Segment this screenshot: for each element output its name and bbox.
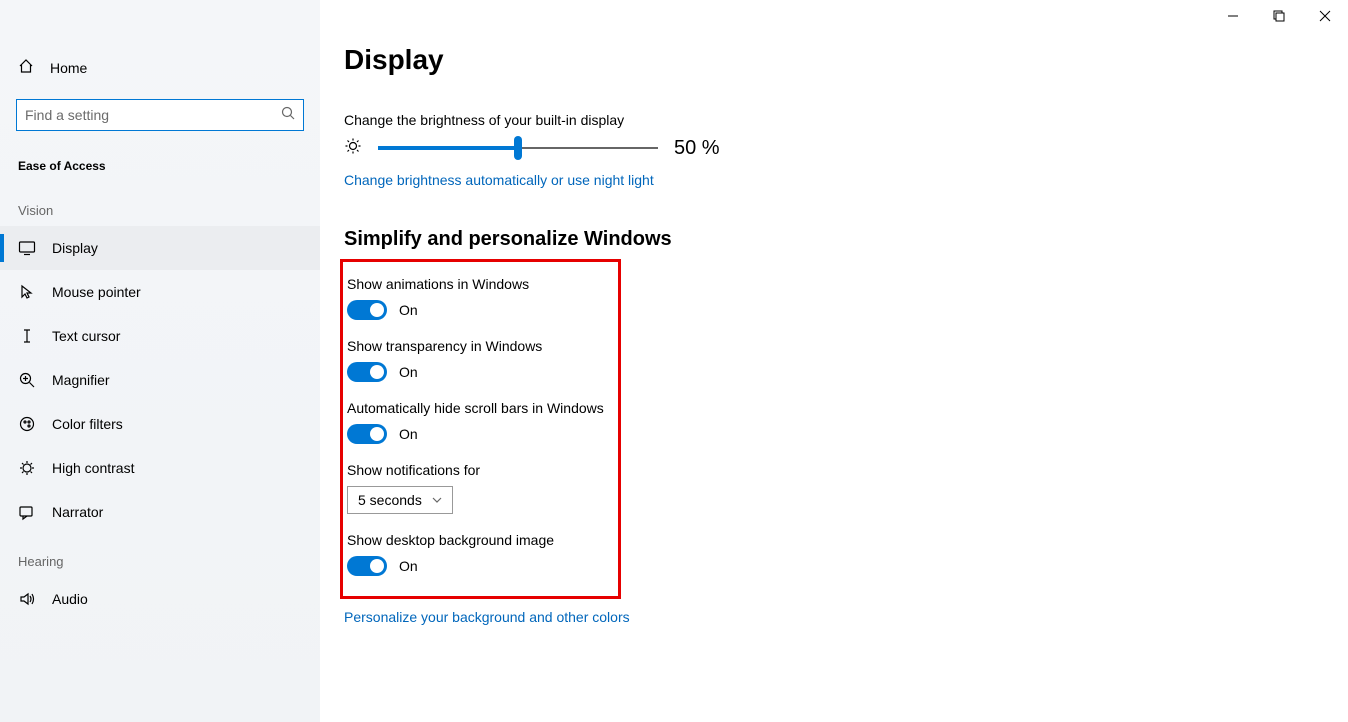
sidebar-item-color-filters[interactable]: Color filters (0, 402, 320, 446)
notifications-dropdown[interactable]: 5 seconds (347, 486, 453, 514)
transparency-toggle[interactable] (347, 362, 387, 382)
sidebar-item-magnifier[interactable]: Magnifier (0, 358, 320, 402)
high-contrast-icon (18, 459, 36, 477)
sidebar-item-label: Audio (52, 591, 88, 607)
toggle-state: On (399, 364, 418, 380)
search-input[interactable] (25, 100, 281, 130)
setting-label: Automatically hide scroll bars in Window… (347, 400, 604, 416)
audio-icon (18, 590, 36, 608)
personalize-link[interactable]: Personalize your background and other co… (344, 609, 1324, 625)
desktop-bg-toggle[interactable] (347, 556, 387, 576)
display-icon (18, 239, 36, 257)
category-vision: Vision (0, 183, 320, 226)
maximize-button[interactable] (1256, 0, 1302, 32)
setting-scrollbars: Automatically hide scroll bars in Window… (343, 400, 604, 444)
sidebar: Home Ease of Access Vision Display Mouse… (0, 0, 320, 722)
sidebar-item-audio[interactable]: Audio (0, 577, 320, 621)
sidebar-item-label: High contrast (52, 460, 134, 476)
setting-label: Show animations in Windows (347, 276, 604, 292)
toggle-state: On (399, 302, 418, 318)
animations-toggle[interactable] (347, 300, 387, 320)
setting-label: Show notifications for (347, 462, 604, 478)
search-box[interactable] (16, 99, 304, 131)
chevron-down-icon (432, 495, 442, 505)
page-title: Display (344, 44, 1324, 76)
minimize-button[interactable] (1210, 0, 1256, 32)
setting-desktop-bg: Show desktop background image On (343, 532, 604, 576)
brightness-slider[interactable] (378, 136, 658, 160)
brightness-row: 50 % (344, 136, 1324, 160)
search-icon (281, 106, 295, 125)
toggle-state: On (399, 426, 418, 442)
setting-label: Show desktop background image (347, 532, 604, 548)
sidebar-item-label: Display (52, 240, 98, 256)
magnifier-icon (18, 371, 36, 389)
highlight-box: Show animations in Windows On Show trans… (340, 259, 621, 599)
pointer-icon (18, 283, 36, 301)
brightness-value: 50 % (674, 137, 720, 160)
simplify-heading: Simplify and personalize Windows (344, 228, 1324, 251)
sidebar-item-text-cursor[interactable]: Text cursor (0, 314, 320, 358)
sidebar-item-label: Magnifier (52, 372, 110, 388)
brightness-description: Change the brightness of your built-in d… (344, 112, 1324, 128)
slider-thumb[interactable] (514, 136, 522, 160)
sidebar-item-label: Narrator (52, 504, 103, 520)
scrollbars-toggle[interactable] (347, 424, 387, 444)
sun-icon (344, 137, 362, 160)
close-button[interactable] (1302, 0, 1348, 32)
home-button[interactable]: Home (0, 48, 320, 87)
sidebar-item-high-contrast[interactable]: High contrast (0, 446, 320, 490)
home-label: Home (50, 60, 87, 76)
text-cursor-icon (18, 327, 36, 345)
color-filters-icon (18, 415, 36, 433)
sidebar-item-label: Text cursor (52, 328, 120, 344)
dropdown-value: 5 seconds (358, 492, 422, 508)
home-icon (18, 58, 34, 77)
setting-label: Show transparency in Windows (347, 338, 604, 354)
group-label: Ease of Access (0, 149, 320, 183)
sidebar-item-label: Color filters (52, 416, 123, 432)
category-hearing: Hearing (0, 534, 320, 577)
main-content: Display Change the brightness of your bu… (344, 44, 1324, 722)
sidebar-item-narrator[interactable]: Narrator (0, 490, 320, 534)
sidebar-item-label: Mouse pointer (52, 284, 141, 300)
setting-notifications: Show notifications for 5 seconds (343, 462, 604, 514)
sidebar-item-display[interactable]: Display (0, 226, 320, 270)
toggle-state: On (399, 558, 418, 574)
setting-transparency: Show transparency in Windows On (343, 338, 604, 382)
window-controls (1210, 0, 1348, 32)
sidebar-item-mouse-pointer[interactable]: Mouse pointer (0, 270, 320, 314)
setting-animations: Show animations in Windows On (343, 276, 604, 320)
narrator-icon (18, 503, 36, 521)
night-light-link[interactable]: Change brightness automatically or use n… (344, 172, 1324, 188)
